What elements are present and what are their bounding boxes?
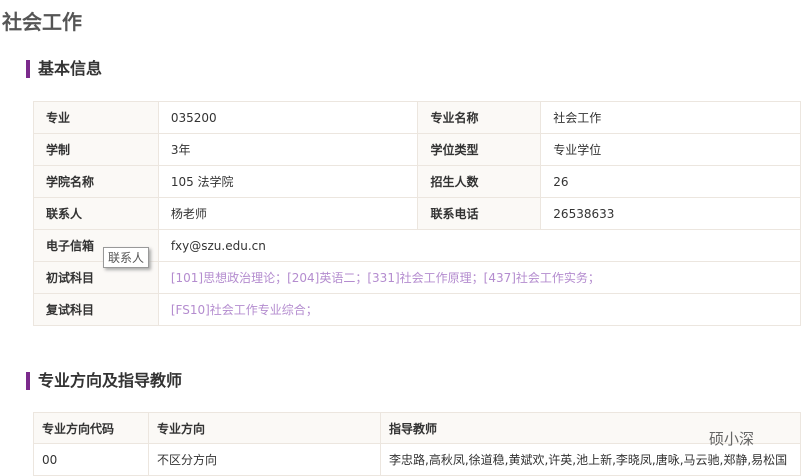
- field-label: 学院名称: [33, 165, 159, 198]
- field-value: 杨老师: [157, 197, 419, 230]
- field-label: 联系电话: [417, 197, 542, 230]
- table-row: 学院名称 105 法学院 招生人数 26: [33, 165, 801, 198]
- table-row: 联系人 杨老师 联系电话 26538633: [33, 197, 801, 230]
- column-header: 专业方向代码: [33, 412, 149, 444]
- field-value: 3年: [157, 133, 419, 166]
- direction-code: 00: [33, 443, 149, 476]
- exam2-label: 复试科目: [33, 293, 159, 326]
- exam1-link[interactable]: [101]思想政治理论；[204]英语二；[331]社会工作原理；[437]社会…: [157, 261, 802, 294]
- field-label: 学位类型: [417, 133, 542, 166]
- table-row: 专业 035200 专业名称 社会工作: [33, 101, 801, 134]
- page-title: 社会工作: [2, 10, 82, 34]
- field-value: 26538633: [540, 197, 801, 230]
- field-label: 招生人数: [417, 165, 542, 198]
- email-value: fxy@szu.edu.cn: [157, 229, 802, 262]
- field-label: 专业名称: [417, 101, 542, 134]
- exam2-link[interactable]: [FS10]社会工作专业综合；: [157, 293, 802, 326]
- column-header: 专业方向: [148, 412, 381, 444]
- field-label: 联系人: [33, 197, 159, 230]
- field-value: 社会工作: [540, 101, 801, 134]
- tooltip: 联系人: [103, 247, 150, 268]
- table-row: 学制 3年 学位类型 专业学位: [33, 133, 801, 166]
- direction-name: 不区分方向: [148, 443, 381, 476]
- field-value: 105 法学院: [157, 165, 419, 198]
- field-value: 专业学位: [540, 133, 801, 166]
- field-label: 专业: [33, 101, 159, 134]
- section-heading-directions: 专业方向及指导教师: [26, 372, 182, 390]
- basic-info-table: 专业 035200 专业名称 社会工作 学制 3年 学位类型 专业学位 学院名称 105 法学院招…: [33, 101, 802, 326]
- field-value: 035200: [157, 101, 419, 134]
- watermark: 硕小深: [709, 430, 755, 448]
- field-label: 学制: [33, 133, 159, 166]
- table-header-row: 专业方向代码 专业方向 指导教师: [33, 412, 801, 444]
- table-row: 复试科目 [FS10]社会工作专业综合；: [33, 293, 802, 326]
- section-heading-basic: 基本信息: [26, 60, 102, 78]
- field-value: 26: [540, 165, 801, 198]
- table-row: 00 不区分方向 李忠路,高秋凤,徐道稳,黄斌欢,许英,池上新,李晓凤,唐咏,马…: [33, 443, 801, 476]
- directions-table: 专业方向代码 专业方向 指导教师 00 不区分方向 李忠路,高秋凤,徐道稳,黄斌…: [33, 412, 801, 476]
